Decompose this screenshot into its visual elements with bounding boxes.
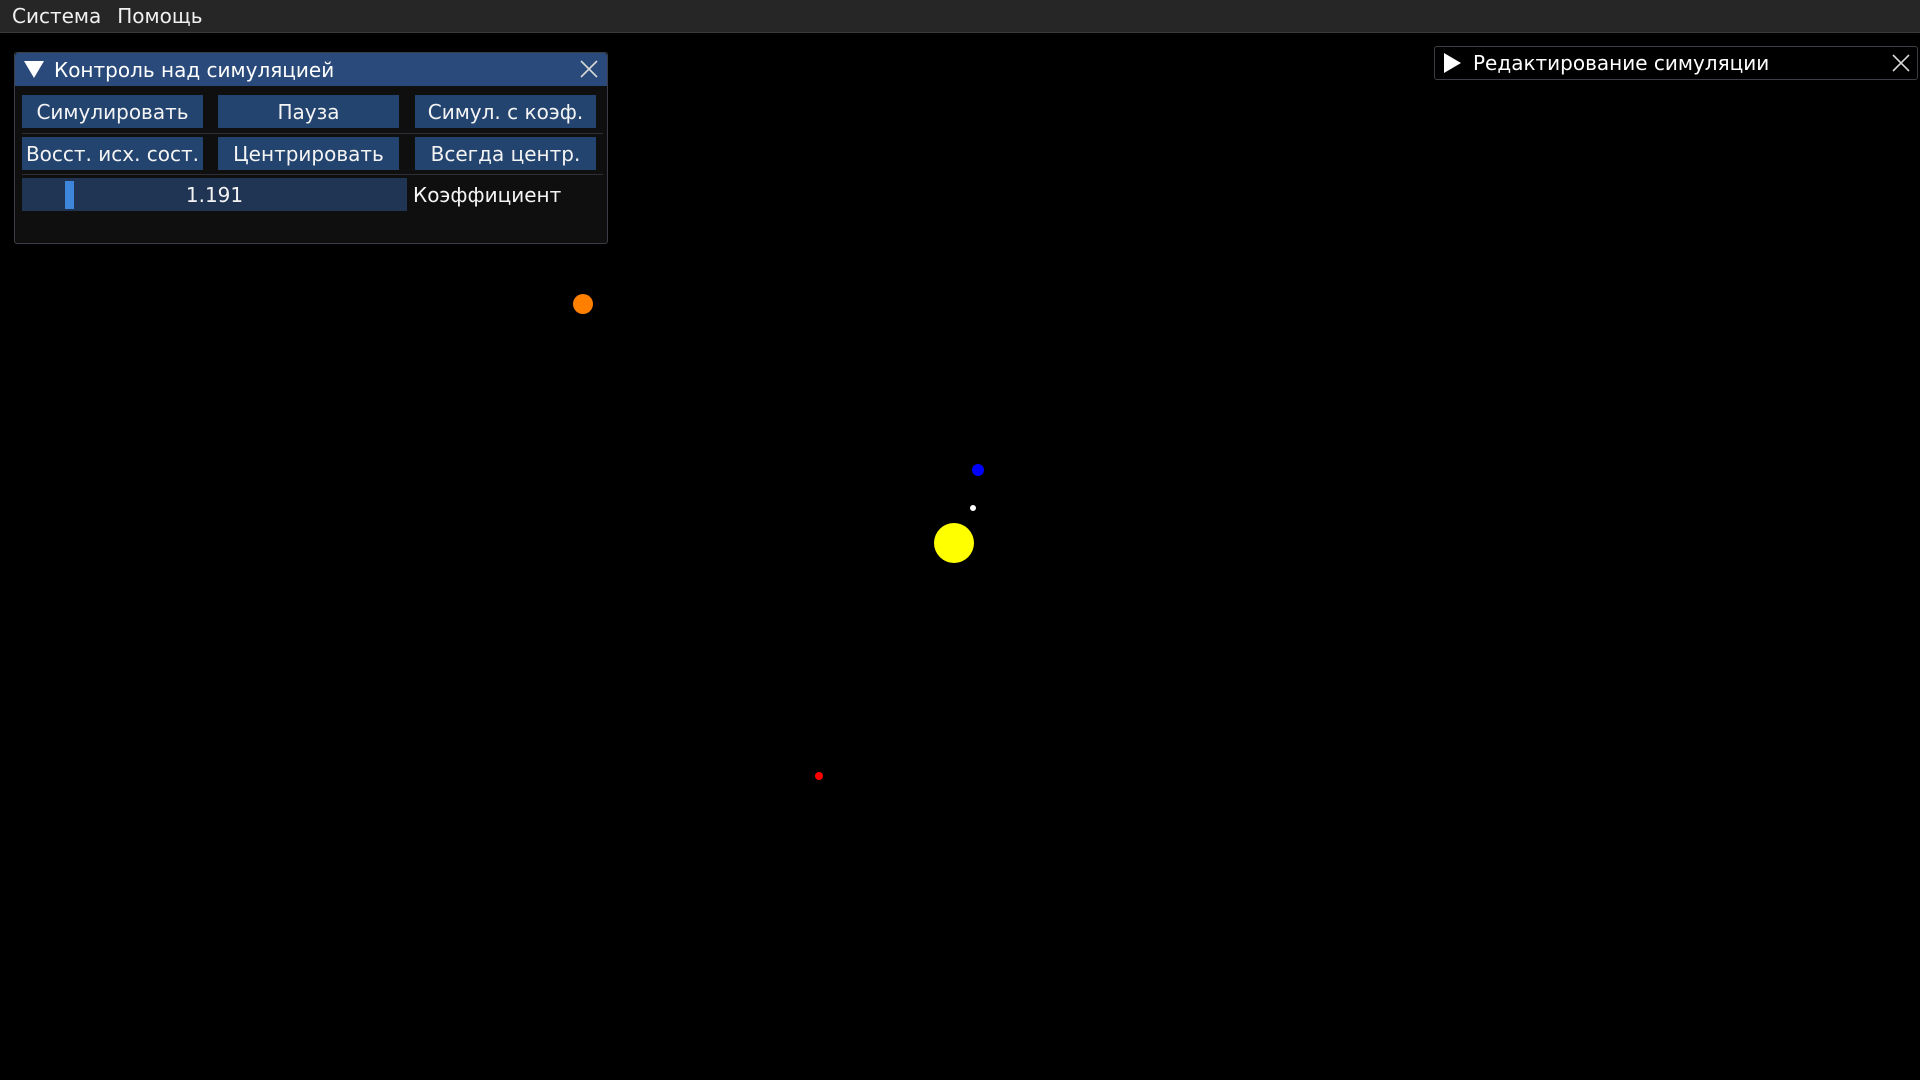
simulation-control-panel: Контроль над симуляцией Симулировать Пау… [14,52,608,244]
simulate-with-coef-button[interactable]: Симул. с коэф. [415,95,596,128]
menu-help[interactable]: Помощь [109,0,210,33]
menu-bar: Система Помощь [0,0,1920,33]
expand-triangle-icon[interactable] [1444,53,1461,73]
pause-button[interactable]: Пауза [218,95,399,128]
reset-state-button[interactable]: Восст. исх. сост. [22,137,203,170]
edit-panel-title: Редактирование симуляции [1473,51,1770,75]
planet-red [815,772,823,780]
slider-value: 1.191 [185,182,244,207]
planet-blue [972,464,984,476]
close-icon[interactable] [579,59,599,79]
simulation-edit-panel[interactable]: Редактирование симуляции [1434,46,1918,80]
panel-titlebar[interactable]: Контроль над симуляцией [15,53,607,86]
close-icon[interactable] [1891,53,1911,73]
planet-orange [573,294,593,314]
separator [22,174,603,175]
center-button[interactable]: Центрировать [218,137,399,170]
separator [22,133,603,134]
collapse-triangle-icon[interactable] [24,61,44,78]
panel-title: Контроль над симуляцией [54,57,335,82]
menu-system[interactable]: Система [0,0,109,33]
always-center-button[interactable]: Всегда центр. [415,137,596,170]
simulate-button[interactable]: Симулировать [22,95,203,128]
coefficient-slider[interactable]: 1.191 [22,178,407,211]
coefficient-label: Коэффициент [413,182,562,207]
sun [934,523,974,563]
planet-white [970,505,976,511]
